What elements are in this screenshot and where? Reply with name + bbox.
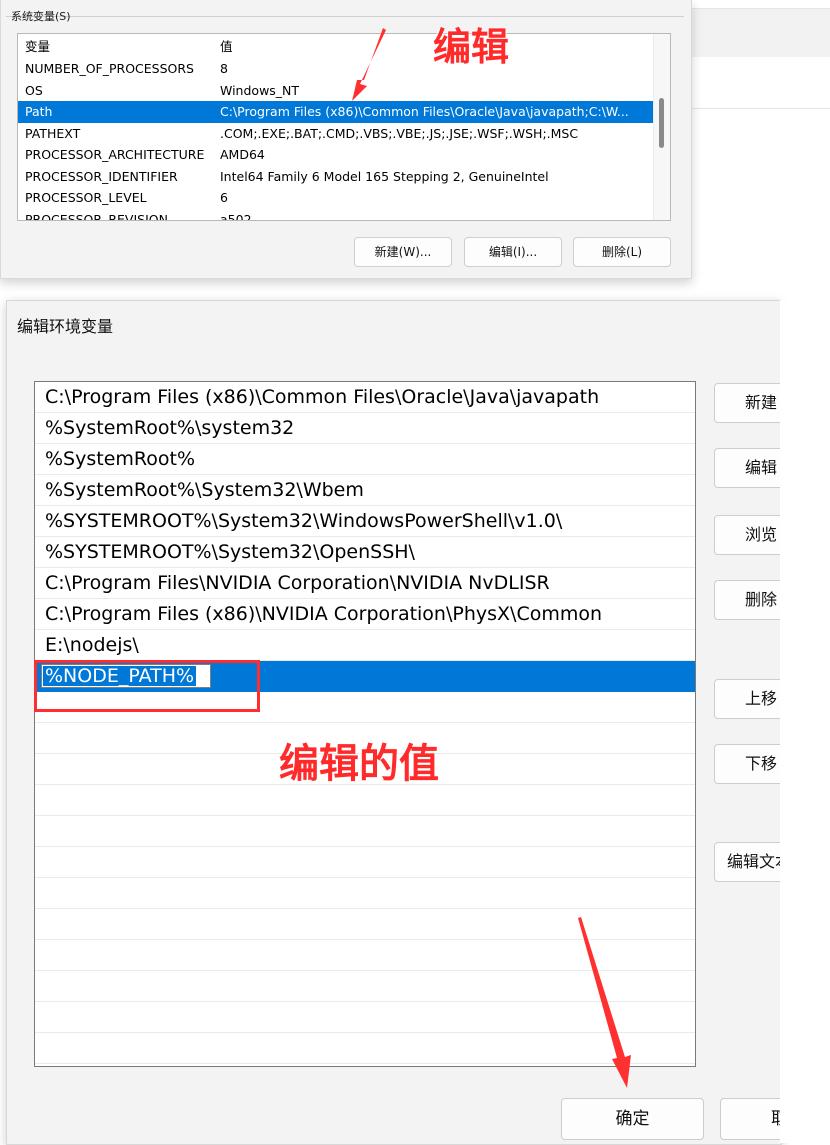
arrow-to-ok-button-icon xyxy=(578,917,631,1088)
annotation-arrows xyxy=(352,28,631,1088)
arrow-to-path-row-icon xyxy=(352,28,386,101)
